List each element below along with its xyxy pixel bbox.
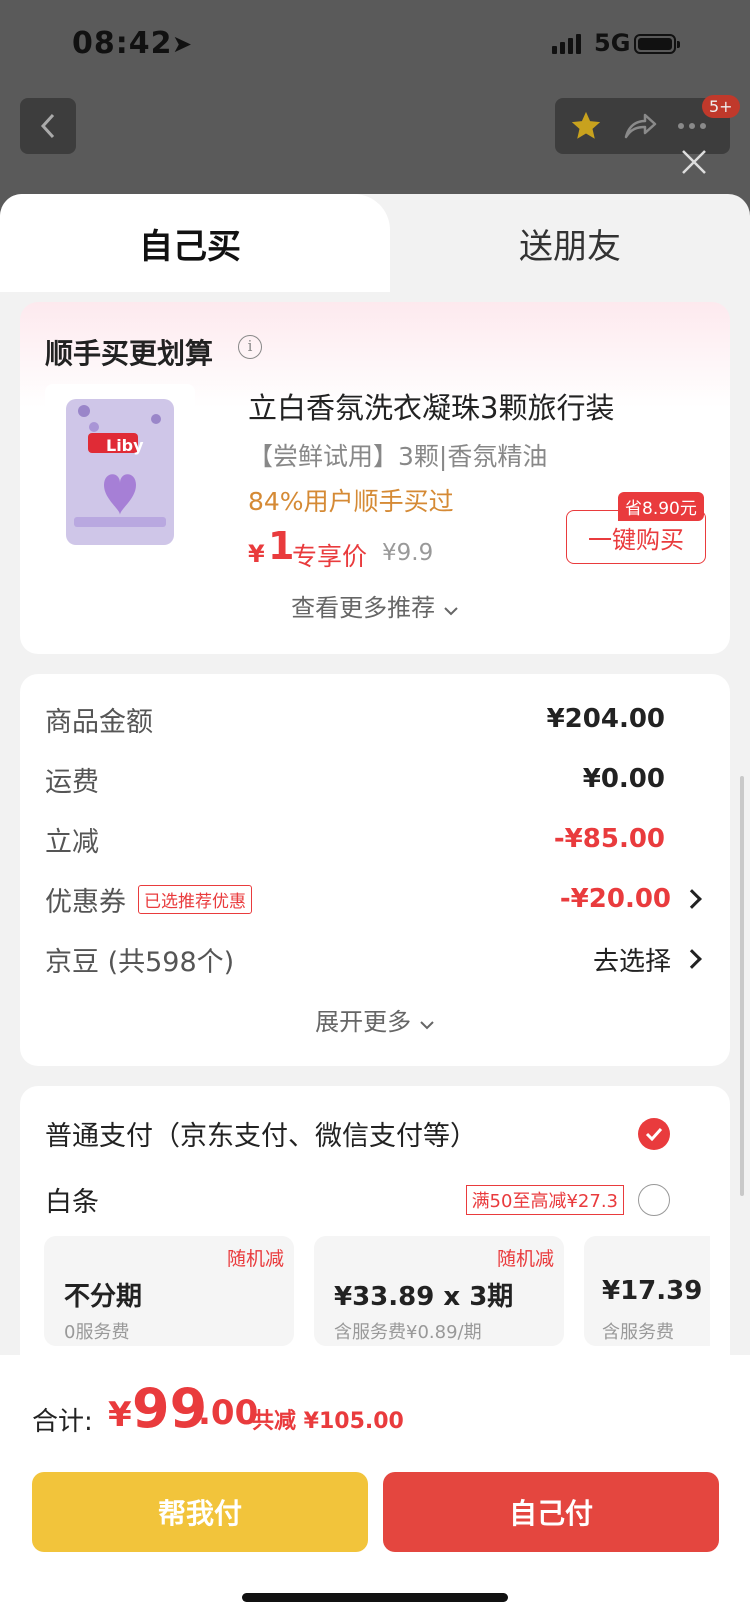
chevron-left-icon xyxy=(40,113,55,139)
self-pay-button[interactable]: 自己付 xyxy=(383,1472,719,1552)
chevron-down-icon xyxy=(444,607,458,616)
installment-option[interactable]: ¥17.39 含服务费 xyxy=(584,1236,710,1346)
summary-row-discount: 立减 -¥85.00 xyxy=(45,819,705,859)
tab-buy-self[interactable]: 自己买 xyxy=(0,194,390,292)
installment-main: 不分期 xyxy=(64,1282,143,1312)
installment-tag: 随机减 xyxy=(226,1248,284,1270)
chevron-right-icon xyxy=(682,889,702,909)
home-indicator[interactable] xyxy=(242,1593,508,1602)
installment-tag: 随机减 xyxy=(496,1248,554,1270)
status-time: 08:42 xyxy=(72,26,173,61)
summary-row-shipping: 运费 ¥0.00 xyxy=(45,759,705,799)
scrollbar[interactable] xyxy=(740,776,744,1196)
original-price: ¥9.9 xyxy=(382,540,434,566)
summary-value: -¥85.00 xyxy=(553,824,665,854)
recommend-title: 顺手买更划算 xyxy=(45,337,214,370)
more-recommend-label: 查看更多推荐 xyxy=(291,594,436,622)
share-icon[interactable] xyxy=(623,111,657,141)
summary-value: 去选择 xyxy=(592,946,671,977)
status-bar: 08:42 ➤ 5G xyxy=(0,0,750,100)
product-name[interactable]: 立白香氛洗衣凝珠3颗旅行装 xyxy=(248,385,614,427)
payment-option-normal[interactable]: 普通支付（京东支付、微信支付等） xyxy=(45,1114,705,1153)
star-icon[interactable] xyxy=(569,109,603,143)
summary-label: 优惠券 xyxy=(45,886,126,918)
chevron-right-icon xyxy=(682,949,702,969)
back-button[interactable] xyxy=(20,98,76,154)
product-brand: Liby xyxy=(106,436,144,455)
summary-label: 运费 xyxy=(45,766,99,798)
payment-label: 普通支付（京东支付、微信支付等） xyxy=(45,1121,477,1152)
total-decimal: .00 xyxy=(198,1393,259,1433)
summary-value: ¥0.00 xyxy=(582,764,665,794)
chevron-down-icon xyxy=(420,1021,434,1030)
coupon-tag: 已选推荐优惠 xyxy=(138,884,252,914)
price-currency: ¥ xyxy=(248,540,265,568)
product-subtitle: 【尝鲜试用】3颗|香氛精油 xyxy=(248,442,548,471)
price-summary-card: 商品金额 ¥204.00 运费 ¥0.00 立减 -¥85.00 优惠券 已选推… xyxy=(20,674,730,1066)
summary-value: -¥20.00 xyxy=(559,884,671,914)
summary-row-goods: 商品金额 ¥204.00 xyxy=(45,699,705,739)
battery-icon xyxy=(634,34,680,54)
info-icon[interactable]: i xyxy=(238,335,262,359)
tab-bar: 自己买 送朋友 xyxy=(0,194,750,292)
installment-option[interactable]: 随机减 ¥33.89 x 3期 含服务费¥0.89/期 xyxy=(314,1236,564,1346)
product-image[interactable]: Liby xyxy=(45,384,195,559)
price-label: 专享价 xyxy=(292,542,368,571)
bottom-bar: 合计: ¥ 99 .00 共减 ¥105.00 帮我付 自己付 xyxy=(0,1355,750,1624)
signal-icon xyxy=(552,34,581,54)
installment-main: ¥33.89 x 3期 xyxy=(334,1282,514,1312)
total-savings: 共减 ¥105.00 xyxy=(252,1409,404,1434)
more-icon[interactable] xyxy=(677,122,707,130)
save-tag: 省8.90元 xyxy=(618,492,704,521)
summary-label: 京豆 (共598个) xyxy=(45,946,235,978)
baitiao-promo-tag: 满50至高减¥27.3 xyxy=(465,1184,624,1215)
payment-option-baitiao[interactable]: 白条 满50至高减¥27.3 xyxy=(45,1180,705,1219)
close-icon[interactable] xyxy=(678,146,710,178)
payment-label: 白条 xyxy=(45,1187,99,1218)
check-selected-icon[interactable] xyxy=(638,1117,670,1150)
more-recommend-link[interactable]: 查看更多推荐 xyxy=(20,588,730,623)
summary-row-jingdou[interactable]: 京豆 (共598个) 去选择 xyxy=(45,939,705,979)
installment-sub: 0服务费 xyxy=(64,1322,130,1343)
notification-badge: 5+ xyxy=(702,95,740,118)
help-pay-button[interactable]: 帮我付 xyxy=(32,1472,368,1552)
network-label: 5G xyxy=(594,29,631,57)
product-price: 1 xyxy=(268,524,295,568)
total-label: 合计: xyxy=(32,1407,93,1437)
summary-row-coupon[interactable]: 优惠券 已选推荐优惠 -¥20.00 xyxy=(45,879,705,919)
total-amount: 99 xyxy=(132,1377,208,1440)
check-unselected-icon[interactable] xyxy=(638,1183,670,1216)
summary-label: 商品金额 xyxy=(45,706,153,738)
summary-value: ¥204.00 xyxy=(546,704,665,734)
total-currency: ¥ xyxy=(108,1395,132,1435)
installment-sub: 含服务费¥0.89/期 xyxy=(334,1322,482,1343)
installment-main: ¥17.39 xyxy=(602,1276,703,1306)
installment-sub: 含服务费 xyxy=(602,1322,674,1343)
summary-label: 立减 xyxy=(45,826,99,858)
tab-gift[interactable]: 送朋友 xyxy=(390,194,750,292)
product-package-icon xyxy=(66,398,174,545)
location-arrow-icon: ➤ xyxy=(172,30,193,58)
product-buyers: 84%用户顺手买过 xyxy=(248,487,454,516)
installment-option[interactable]: 随机减 不分期 0服务费 xyxy=(44,1236,294,1346)
expand-more-link[interactable]: 展开更多 xyxy=(20,1002,730,1037)
recommend-card: 顺手买更划算 i Liby 立白香氛洗衣凝珠3颗旅行装 【尝鲜试用】3颗|香氛精… xyxy=(20,302,730,654)
expand-more-label: 展开更多 xyxy=(315,1008,412,1036)
